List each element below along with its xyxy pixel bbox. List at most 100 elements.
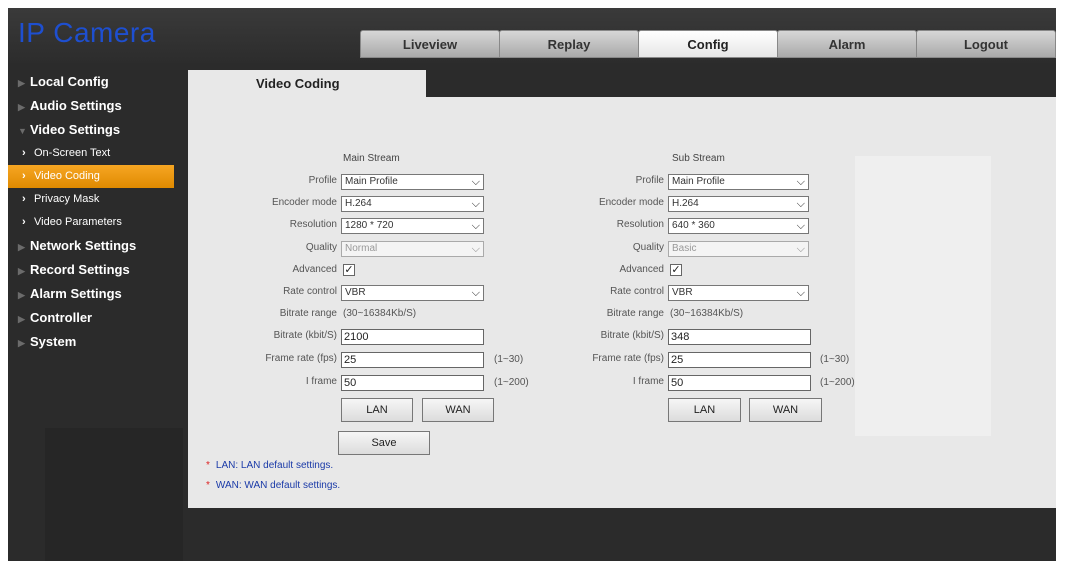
triangle-right-icon: ▶ [18, 338, 25, 348]
sub-bitrate-range-value: (30~16384Kb/S) [670, 308, 744, 319]
asterisk-icon: * [206, 460, 210, 471]
sidebar-item-record-settings[interactable]: ▶ Record Settings [8, 258, 183, 282]
sub-resolution-select[interactable]: 640 * 360 ⌵ [668, 218, 809, 234]
chevron-down-icon: ⌵ [796, 243, 805, 255]
sub-frame-rate-label: Frame rate (fps) [592, 353, 664, 364]
main-stream-title: Main Stream [343, 153, 400, 164]
asterisk-icon: * [206, 480, 210, 491]
check-icon: ✓ [671, 264, 681, 276]
main-frame-rate-label: Frame rate (fps) [265, 353, 337, 364]
sub-lan-button[interactable]: LAN [668, 398, 741, 422]
main-bitrate-label: Bitrate (kbit/S) [273, 330, 337, 341]
sidebar-subitem-on-screen-text[interactable]: › On-Screen Text [8, 142, 183, 165]
sidebar-item-controller[interactable]: ▶ Controller [8, 306, 183, 330]
sidebar-item-alarm-settings[interactable]: ▶ Alarm Settings [8, 282, 183, 306]
sub-bitrate-input[interactable]: 348 [668, 329, 811, 345]
sub-quality-select[interactable]: Basic ⌵ [668, 241, 809, 257]
app-logo: IP Camera [18, 17, 156, 48]
chevron-down-icon: ⌵ [471, 243, 480, 255]
tab-replay[interactable]: Replay [499, 30, 639, 58]
sidebar-subitem-privacy-mask[interactable]: › Privacy Mask [8, 188, 183, 211]
main-bitrate-input[interactable]: 2100 [341, 329, 484, 345]
main-iframe-range: (1~200) [494, 377, 529, 388]
main-resolution-label: Resolution [289, 219, 337, 230]
main-wan-button[interactable]: WAN [422, 398, 494, 422]
sidebar-subitem-video-parameters[interactable]: › Video Parameters [8, 211, 183, 234]
main-iframe-input[interactable]: 50 [341, 375, 484, 391]
page-title-tab: Video Coding [188, 70, 426, 97]
sub-iframe-label: I frame [632, 376, 664, 387]
main-bitrate-range-value: (30~16384Kb/S) [343, 308, 417, 319]
sub-advanced-checkbox[interactable]: ✓ [670, 264, 682, 276]
wan-note: * WAN: WAN default settings. [206, 480, 341, 491]
main-lan-button[interactable]: LAN [341, 398, 413, 422]
sidebar-subitem-video-coding[interactable]: › Video Coding [8, 165, 174, 188]
main-quality-label: Quality [305, 242, 337, 253]
sidebar: ▶ Local Config ▶ Audio Settings ▼ Video Set… [8, 70, 183, 430]
tab-logout[interactable]: Logout [916, 30, 1056, 58]
chevron-right-icon: › [22, 170, 26, 182]
sub-frame-rate-input[interactable]: 25 [668, 352, 811, 368]
sub-profile-select[interactable]: Main Profile ⌵ [668, 174, 809, 190]
sidebar-footer-panel [45, 428, 183, 561]
sidebar-item-local-config[interactable]: ▶ Local Config [8, 70, 183, 94]
sub-iframe-range: (1~200) [820, 377, 855, 388]
check-icon: ✓ [344, 264, 354, 276]
chevron-right-icon: › [22, 193, 26, 205]
main-profile-label: Profile [308, 175, 337, 186]
sub-encoder-select[interactable]: H.264 ⌵ [668, 196, 809, 212]
empty-panel [855, 156, 991, 436]
sub-encoder-label: Encoder mode [598, 197, 664, 208]
main-quality-select[interactable]: Normal ⌵ [341, 241, 484, 257]
main-rate-control-label: Rate control [283, 286, 337, 297]
sub-bitrate-range-label: Bitrate range [606, 308, 664, 319]
triangle-right-icon: ▶ [18, 78, 25, 88]
sub-bitrate-label: Bitrate (kbit/S) [600, 330, 664, 341]
sidebar-item-audio-settings[interactable]: ▶ Audio Settings [8, 94, 183, 118]
save-button[interactable]: Save [338, 431, 430, 455]
sub-wan-button[interactable]: WAN [749, 398, 822, 422]
main-bitrate-range-label: Bitrate range [279, 308, 337, 319]
main-iframe-label: I frame [305, 376, 337, 387]
chevron-down-icon: ⌵ [796, 198, 805, 210]
sidebar-item-system[interactable]: ▶ System [8, 330, 183, 354]
sub-resolution-label: Resolution [616, 219, 664, 230]
tab-config[interactable]: Config [638, 30, 778, 58]
sub-rate-control-select[interactable]: VBR ⌵ [668, 285, 809, 301]
main-resolution-select[interactable]: 1280 * 720 ⌵ [341, 218, 484, 234]
triangle-right-icon: ▶ [18, 290, 25, 300]
tab-alarm[interactable]: Alarm [777, 30, 917, 58]
sub-iframe-input[interactable]: 50 [668, 375, 811, 391]
triangle-down-icon: ▼ [18, 126, 27, 136]
main-advanced-checkbox[interactable]: ✓ [343, 264, 355, 276]
chevron-right-icon: › [22, 216, 26, 228]
app-window: IP Camera Liveview Replay Config Alarm L… [8, 8, 1056, 561]
sub-rate-control-label: Rate control [610, 286, 664, 297]
main-profile-select[interactable]: Main Profile ⌵ [341, 174, 484, 190]
header-bar: IP Camera Liveview Replay Config Alarm L… [8, 8, 1056, 63]
chevron-down-icon: ⌵ [796, 287, 805, 299]
tab-liveview[interactable]: Liveview [360, 30, 500, 58]
chevron-right-icon: › [22, 147, 26, 159]
sub-stream-title: Sub Stream [672, 153, 725, 164]
sidebar-item-video-settings[interactable]: ▼ Video Settings [8, 118, 183, 142]
triangle-right-icon: ▶ [18, 266, 25, 276]
main-advanced-label: Advanced [292, 264, 337, 275]
chevron-down-icon: ⌵ [796, 220, 805, 232]
chevron-down-icon: ⌵ [471, 198, 480, 210]
lan-note: * LAN: LAN default settings. [206, 460, 334, 471]
triangle-right-icon: ▶ [18, 102, 25, 112]
main-frame-rate-input[interactable]: 25 [341, 352, 484, 368]
main-frame-rate-range: (1~30) [494, 354, 524, 365]
chevron-down-icon: ⌵ [796, 176, 805, 188]
sidebar-item-network-settings[interactable]: ▶ Network Settings [8, 234, 183, 258]
video-coding-panel: Main Stream Profile Main Profile ⌵ Encode… [188, 97, 1056, 508]
sub-quality-label: Quality [632, 242, 664, 253]
chevron-down-icon: ⌵ [471, 176, 480, 188]
main-encoder-select[interactable]: H.264 ⌵ [341, 196, 484, 212]
sub-profile-label: Profile [635, 175, 664, 186]
main-rate-control-select[interactable]: VBR ⌵ [341, 285, 484, 301]
main-encoder-label: Encoder mode [271, 197, 337, 208]
sub-advanced-label: Advanced [619, 264, 664, 275]
triangle-right-icon: ▶ [18, 242, 25, 252]
